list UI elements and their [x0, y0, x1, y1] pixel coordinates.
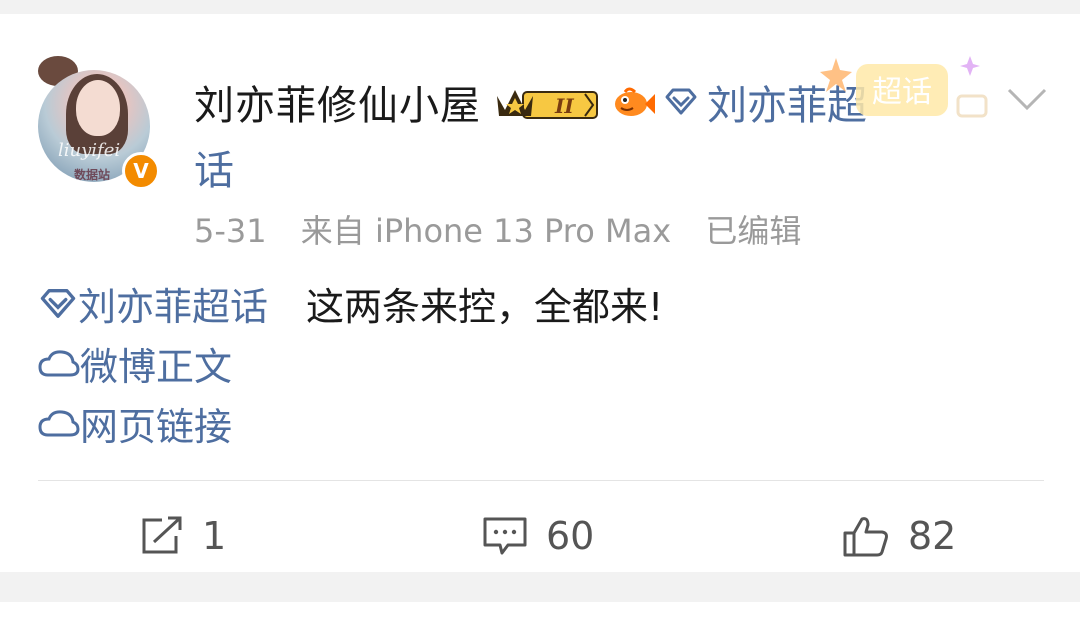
post-body-line-1: 刘亦菲超话 这两条来控，全都来! [38, 276, 663, 331]
chevron-down-icon[interactable] [1006, 84, 1048, 114]
username[interactable]: 刘亦菲修仙小屋 [194, 73, 481, 131]
like-count: 82 [908, 514, 957, 558]
fish-icon [615, 87, 655, 116]
like-button[interactable]: 82 [842, 514, 956, 558]
avatar-watermark: liuyifei [58, 140, 121, 161]
avatar-caption: 数据站 [74, 168, 111, 182]
next-post-card [0, 602, 1080, 642]
divider [38, 480, 1044, 481]
supertopic-deco-icon: 超话 [820, 56, 988, 118]
webpage-link[interactable]: 网页链接 [38, 396, 232, 451]
webpage-link-label: 网页链接 [80, 405, 233, 449]
cloud-link-icon [38, 409, 80, 436]
diamond-topic-icon [665, 88, 697, 115]
level-badge: II [554, 94, 574, 118]
post-meta: 5-31 来自 iPhone 13 Pro Max 已编辑 [194, 206, 825, 252]
comment-button[interactable]: 60 [482, 514, 594, 558]
diamond-topic-icon [40, 288, 76, 318]
topic-badge-wrap[interactable]: 话 [194, 138, 234, 196]
post-source: 来自 iPhone 13 Pro Max [300, 212, 672, 250]
weibo-body-link[interactable]: 微博正文 [38, 336, 232, 391]
edited-label[interactable]: 已编辑 [705, 212, 801, 250]
post-date: 5-31 [194, 212, 267, 250]
repost-icon [142, 516, 182, 554]
crown-level-icon[interactable]: II [493, 82, 605, 122]
like-icon [843, 517, 888, 557]
comment-icon [483, 517, 527, 555]
post-card: liuyifei 数据站 V 刘亦菲修仙小屋 II 刘亦菲超 话 超话 5-31… [0, 14, 1080, 572]
repost-count: 1 [202, 514, 227, 558]
cloud-link-icon [38, 349, 80, 376]
deco-text: 超话 [872, 75, 932, 110]
verified-badge-icon: V [122, 152, 160, 190]
author-row: 刘亦菲修仙小屋 II 刘亦菲超 [194, 74, 867, 130]
weibo-body-link-label: 微博正文 [80, 345, 233, 389]
post-text: 这两条来控，全都来! [306, 285, 664, 329]
avatar[interactable]: liuyifei 数据站 V [38, 56, 160, 190]
comment-count: 60 [546, 514, 595, 558]
repost-button[interactable]: 1 [140, 514, 226, 558]
topic-link[interactable]: 刘亦菲超话 [78, 276, 268, 331]
